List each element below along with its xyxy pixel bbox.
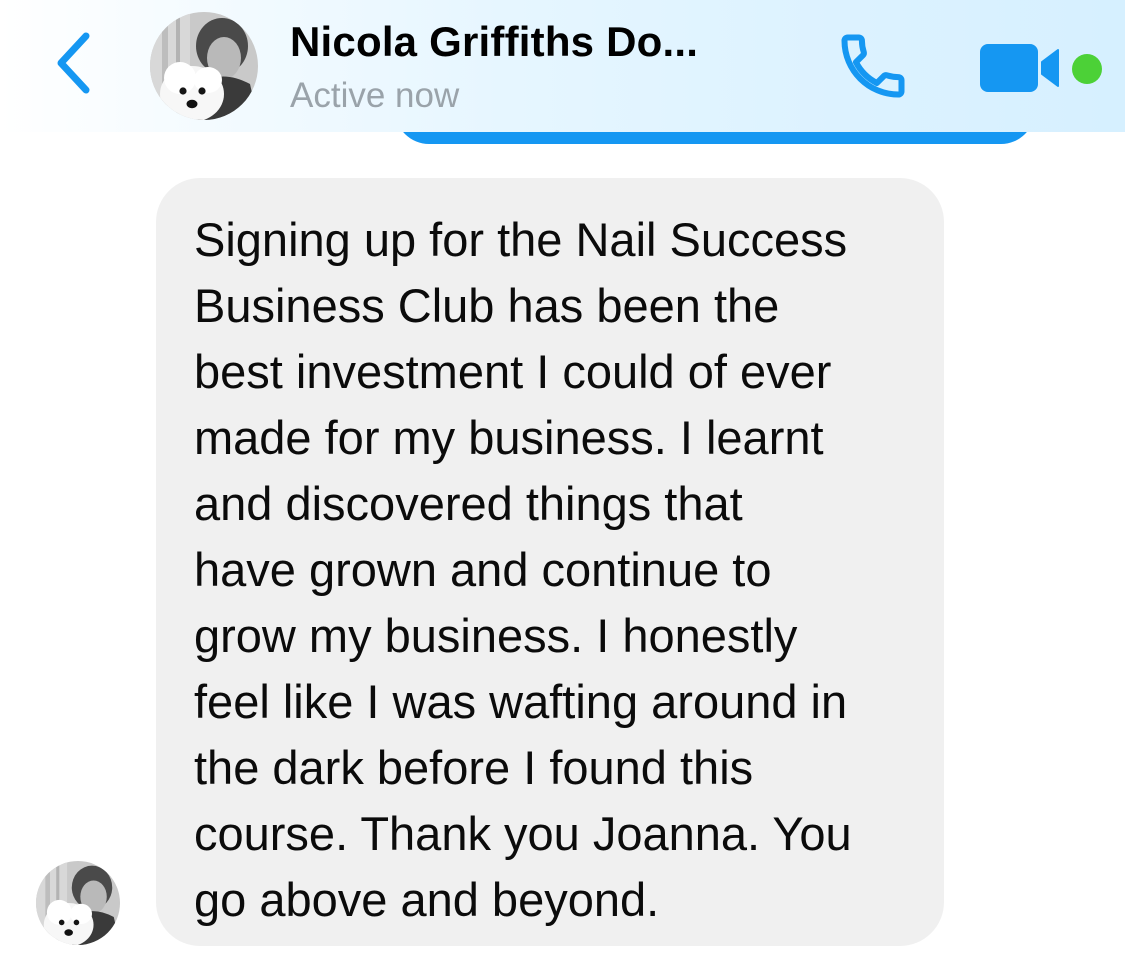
video-call-button[interactable]	[978, 40, 1066, 96]
back-button[interactable]	[50, 28, 100, 98]
video-camera-icon	[980, 44, 1059, 92]
received-message-bubble[interactable]: Signing up for the Nail Success Business…	[156, 178, 944, 946]
profile-photo	[150, 12, 258, 120]
voice-call-button[interactable]	[832, 28, 914, 104]
online-dot-icon	[1072, 54, 1102, 84]
contact-avatar[interactable]	[150, 12, 258, 120]
sender-avatar[interactable]	[36, 861, 120, 945]
message-text: Signing up for the Nail Success Business…	[194, 213, 852, 926]
contact-name[interactable]: Nicola Griffiths Do...	[290, 18, 698, 66]
profile-photo	[36, 861, 120, 945]
chevron-left-icon	[57, 32, 90, 94]
phone-icon	[841, 34, 905, 98]
conversation-header: Nicola Griffiths Do... Active now	[0, 0, 1125, 132]
presence-status: Active now	[290, 76, 460, 115]
